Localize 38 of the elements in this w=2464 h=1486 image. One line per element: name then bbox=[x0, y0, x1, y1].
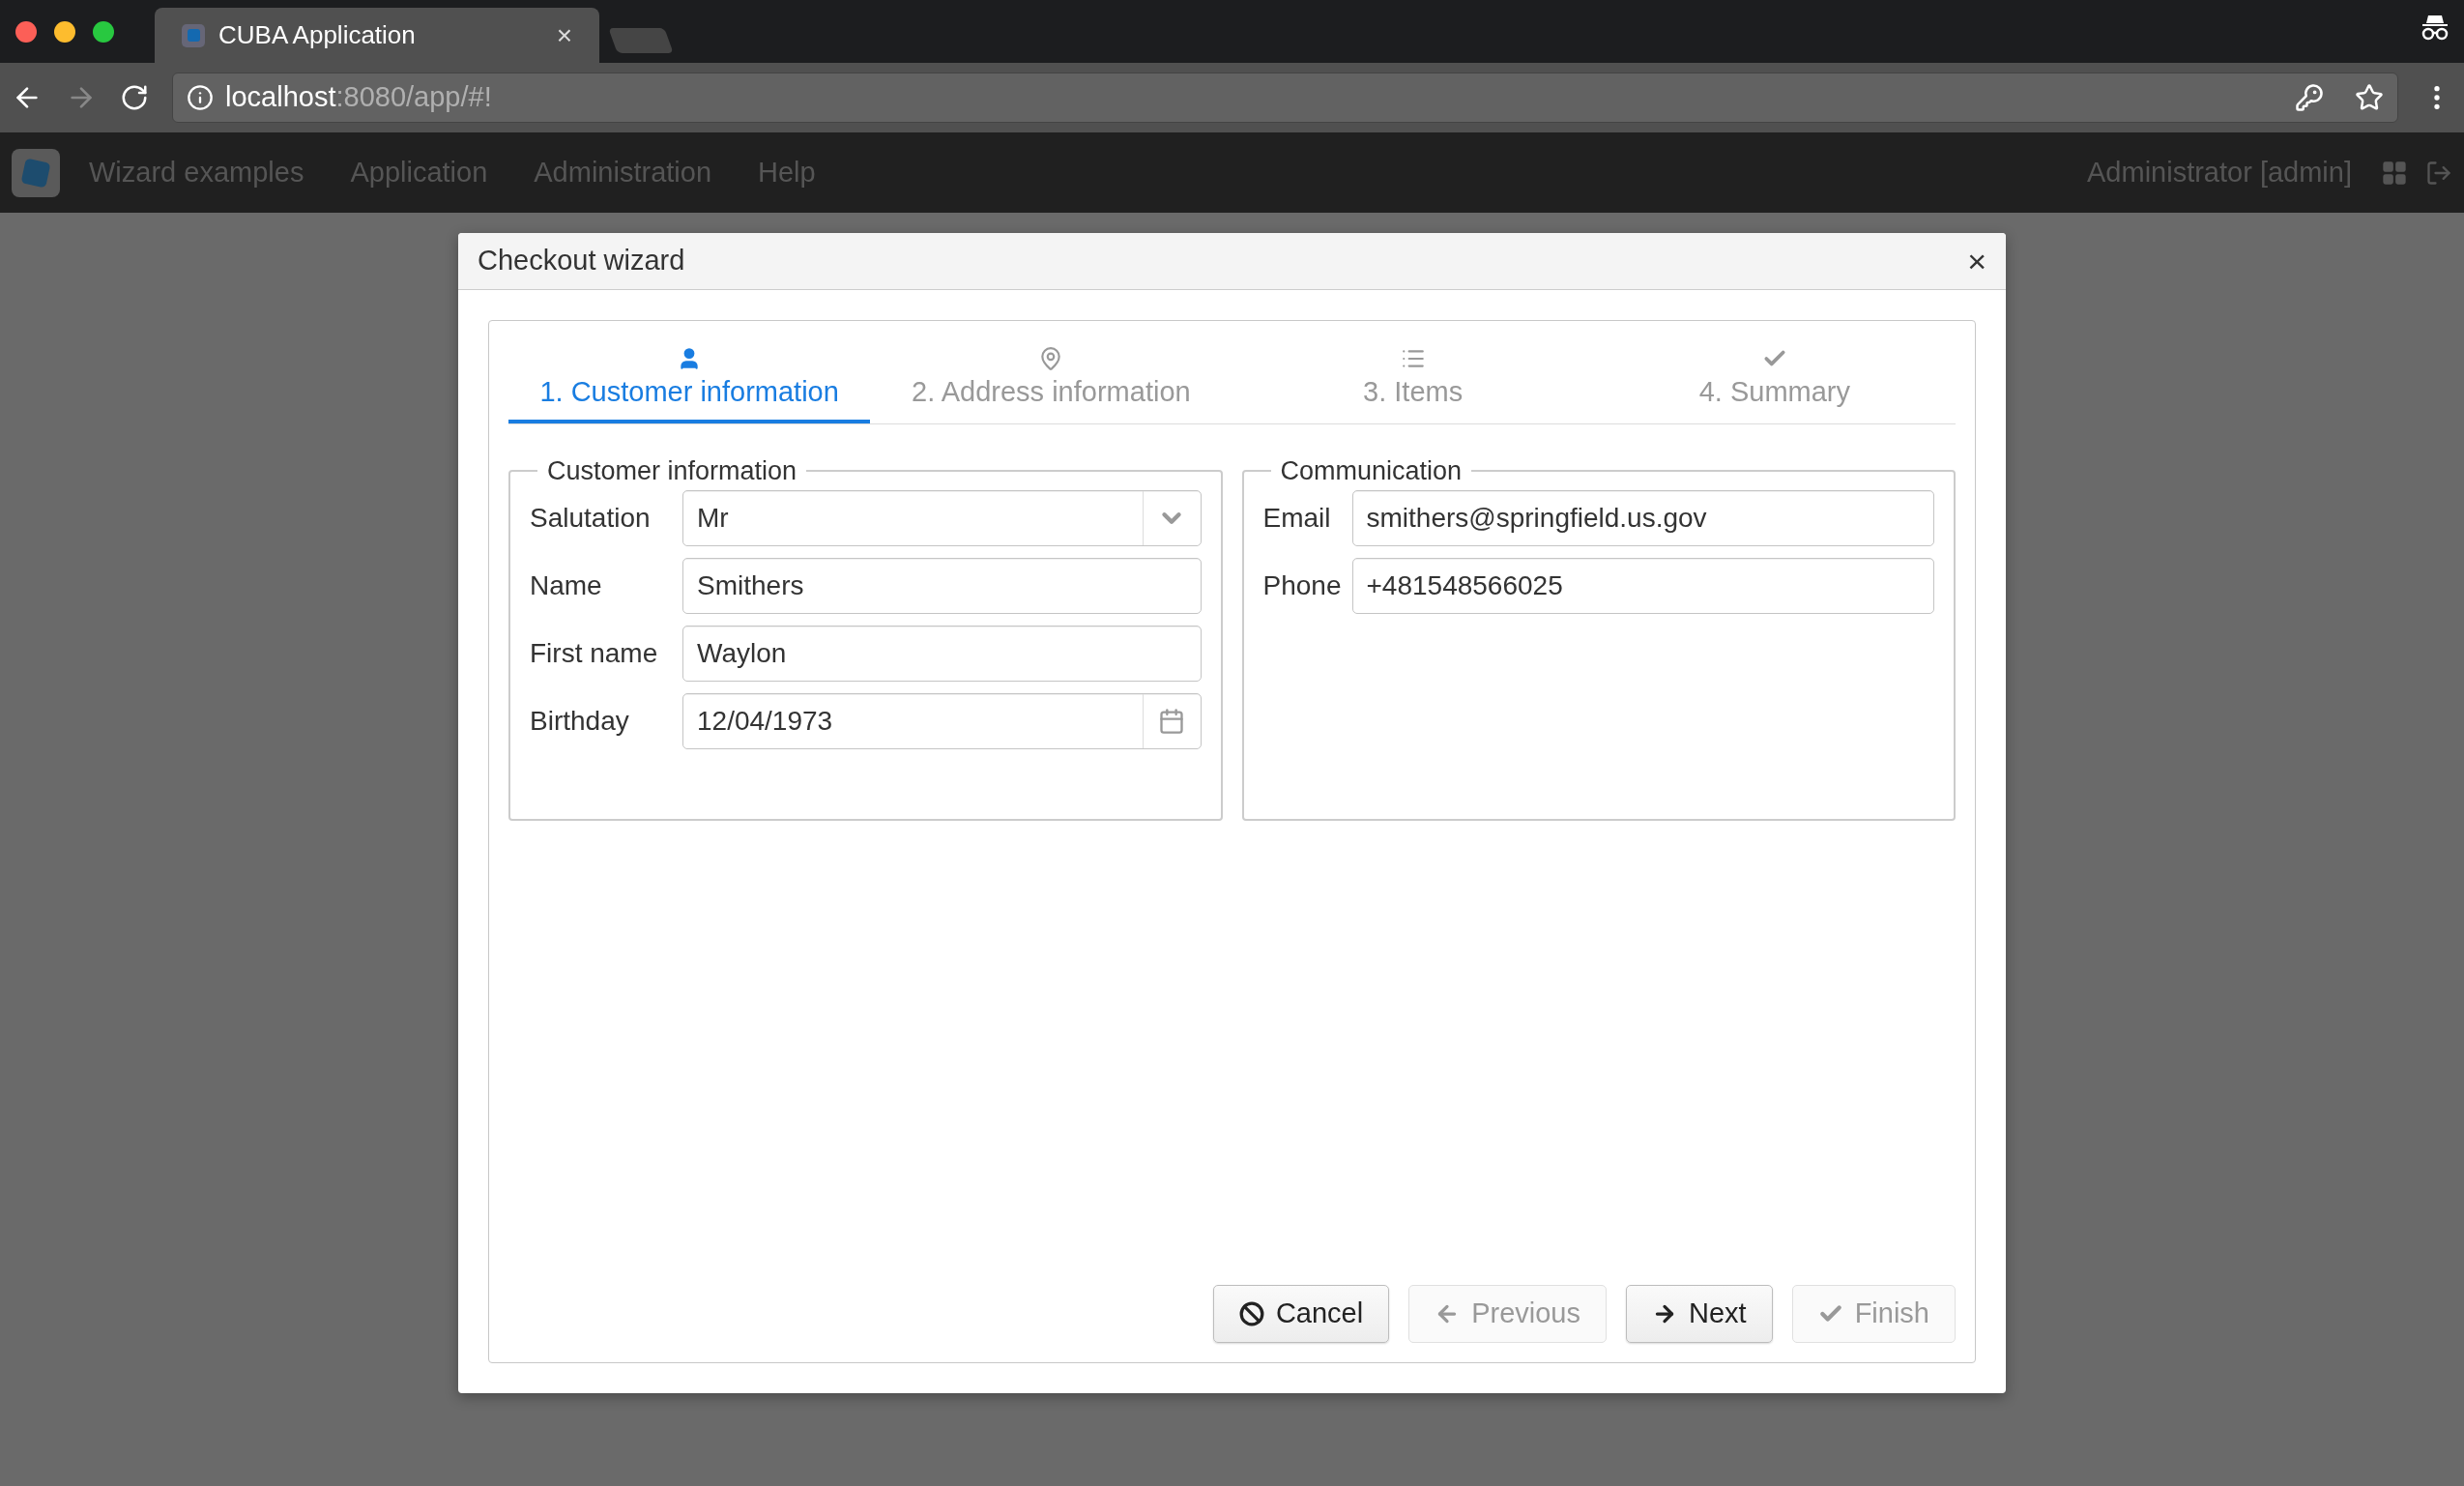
group-caption: Customer information bbox=[546, 454, 798, 487]
wizard-step-tab[interactable]: 1. Customer information bbox=[508, 346, 871, 423]
field-value: smithers@springfield.us.gov bbox=[1365, 502, 1708, 535]
browser-tab[interactable]: CUBA Application × bbox=[155, 8, 599, 63]
next-button[interactable]: Next bbox=[1626, 1285, 1773, 1343]
field-value: Smithers bbox=[696, 569, 805, 602]
star-icon[interactable] bbox=[2355, 83, 2384, 112]
input-field[interactable]: +481548566025 bbox=[1351, 558, 1934, 614]
date-field[interactable]: 12/04/1973 bbox=[682, 693, 1202, 749]
key-icon[interactable] bbox=[2295, 83, 2324, 112]
calendar-icon bbox=[1158, 708, 1185, 735]
close-button[interactable]: × bbox=[1967, 245, 1986, 277]
field-label: Phone bbox=[1262, 569, 1343, 602]
address-bar[interactable]: localhost:8080/app/#! bbox=[172, 73, 2398, 123]
field-value: 12/04/1973 bbox=[696, 705, 834, 738]
field-label: Name bbox=[530, 569, 603, 602]
field-label: Birthday bbox=[530, 705, 630, 738]
input-field[interactable]: Waylon bbox=[682, 626, 1202, 682]
dialog-title: Checkout wizard bbox=[478, 244, 686, 278]
input-field[interactable]: Smithers bbox=[682, 558, 1202, 614]
url-text: localhost:8080/app/#! bbox=[225, 80, 493, 115]
cancel-button[interactable]: Cancel bbox=[1212, 1285, 1390, 1343]
cancel-icon bbox=[1238, 1301, 1264, 1326]
field-label: First name bbox=[530, 637, 659, 670]
group-caption: Communication bbox=[1279, 454, 1464, 487]
app-logo-icon bbox=[182, 23, 205, 47]
tab-title: CUBA Application bbox=[218, 19, 417, 51]
field-value: Waylon bbox=[696, 637, 788, 670]
app-logo-icon bbox=[12, 148, 60, 197]
tab-close-button[interactable]: × bbox=[556, 15, 572, 56]
input-field[interactable]: smithers@springfield.us.gov bbox=[1351, 490, 1934, 546]
select-field[interactable]: Mr bbox=[682, 490, 1202, 546]
field-value: Mr bbox=[696, 502, 730, 535]
info-icon bbox=[187, 84, 214, 111]
field-label: Email bbox=[1262, 502, 1332, 535]
reload-icon[interactable] bbox=[120, 83, 149, 112]
field-value: +481548566025 bbox=[1365, 569, 1564, 602]
field-label: Salutation bbox=[530, 502, 652, 535]
